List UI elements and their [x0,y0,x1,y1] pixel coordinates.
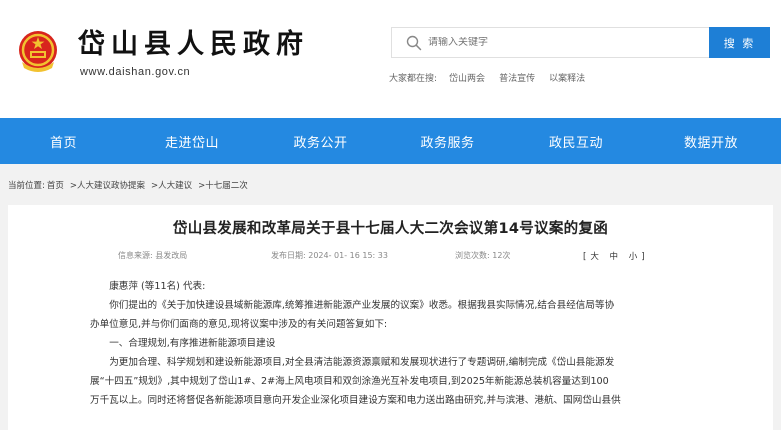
breadcrumb-item[interactable]: 首页 [47,179,64,191]
paragraph: 办单位意见,并与你们面商的意见,现将议案中涉及的有关问题答复如下: [90,315,696,334]
nav-item-interaction[interactable]: 政民互动 [511,118,641,164]
site-header: 岱山县人民政府 www.daishan.gov.cn 搜 索 大家都在搜: 岱山… [0,0,781,118]
paragraph-line: 万千瓦以上。同时还将督促各新能源项目意向开发企业深化项目建设方案和电力送出路由研… [90,395,621,406]
breadcrumb-item[interactable]: >人大建议 [151,179,192,191]
font-size-switch[interactable]: [大 中 小] [583,250,649,262]
hot-searches: 大家都在搜: 岱山两会 普法宣传 以案释法 [389,71,599,84]
article-title: 岱山县发展和改革局关于县十七届人大二次会议第14号议案的复函 [172,221,609,237]
breadcrumb-item[interactable]: >人大建议政协提案 [70,179,145,191]
article-body: 康惠萍 (等11名) 代表: 你们提出的《关于加快建设县域新能源库,统筹推进新能… [90,277,696,410]
nav-item-open-data[interactable]: 数据开放 [641,118,781,164]
search-button[interactable]: 搜 索 [709,27,770,58]
hot-search-link[interactable]: 岱山两会 [449,71,485,84]
site-name: 岱山县人民政府 [78,29,309,60]
meta-views: 浏览次数: 12次 [455,251,511,260]
paragraph-line: 办单位意见,并与你们面商的意见,现将议案中涉及的有关问题答复如下: [90,319,388,330]
national-emblem-icon [19,31,57,72]
search-box[interactable] [391,27,709,58]
meta-source: 信息来源: 县发改局 [118,251,188,260]
breadcrumb: 当前位置: 首页 >人大建议政协提案 >人大建议 >十七届二次 [8,179,254,191]
addressee: 康惠萍 (等11名) 代表: [109,281,206,292]
paragraph-line: 为更加合理、科学规划和建设新能源项目,对全县清洁能源资源禀赋和发展现状进行了专题… [109,357,615,368]
paragraph-line: 你们提出的《关于加快建设县域新能源库,统筹推进新能源产业发展的议案》收悉。根据我… [109,300,615,311]
paragraph: 你们提出的《关于加快建设县域新能源库,统筹推进新能源产业发展的议案》收悉。根据我… [90,296,696,315]
paragraph: 展“十四五”规划》,其中规划了岱山1#、2#海上风电项目和双剑涂渔光互补发电项目… [90,372,696,391]
paragraph-line: 展“十四五”规划》,其中规划了岱山1#、2#海上风电项目和双剑涂渔光互补发电项目… [90,376,609,387]
search-input[interactable] [428,37,688,48]
nav-item-about[interactable]: 走进岱山 [127,118,257,164]
main-nav: 首页 走进岱山 政务公开 政务服务 政民互动 数据开放 [0,118,781,164]
breadcrumb-label: 当前位置: [8,181,45,191]
search-icon [406,35,422,50]
nav-item-services[interactable]: 政务服务 [384,118,511,164]
paragraph: 万千瓦以上。同时还将督促各新能源项目意向开发企业深化项目建设方案和电力送出路由研… [90,391,696,410]
nav-item-home[interactable]: 首页 [0,118,127,164]
hot-searches-label: 大家都在搜: [389,74,438,84]
nav-item-gov-affairs[interactable]: 政务公开 [257,118,384,164]
paragraph: 为更加合理、科学规划和建设新能源项目,对全县清洁能源资源禀赋和发展现状进行了专题… [90,353,696,372]
site-url[interactable]: www.daishan.gov.cn [80,66,190,78]
hot-search-link[interactable]: 普法宣传 [499,71,535,84]
breadcrumb-item[interactable]: >十七届二次 [198,179,248,191]
hot-search-link[interactable]: 以案释法 [549,71,585,84]
article-panel: 岱山县发展和改革局关于县十七届人大二次会议第14号议案的复函 信息来源: 县发改… [8,205,773,430]
section-heading: 一、合理规划,有序推进新能源项目建设 [109,338,276,349]
meta-date: 发布日期: 2024- 01- 16 15: 33 [271,251,388,260]
